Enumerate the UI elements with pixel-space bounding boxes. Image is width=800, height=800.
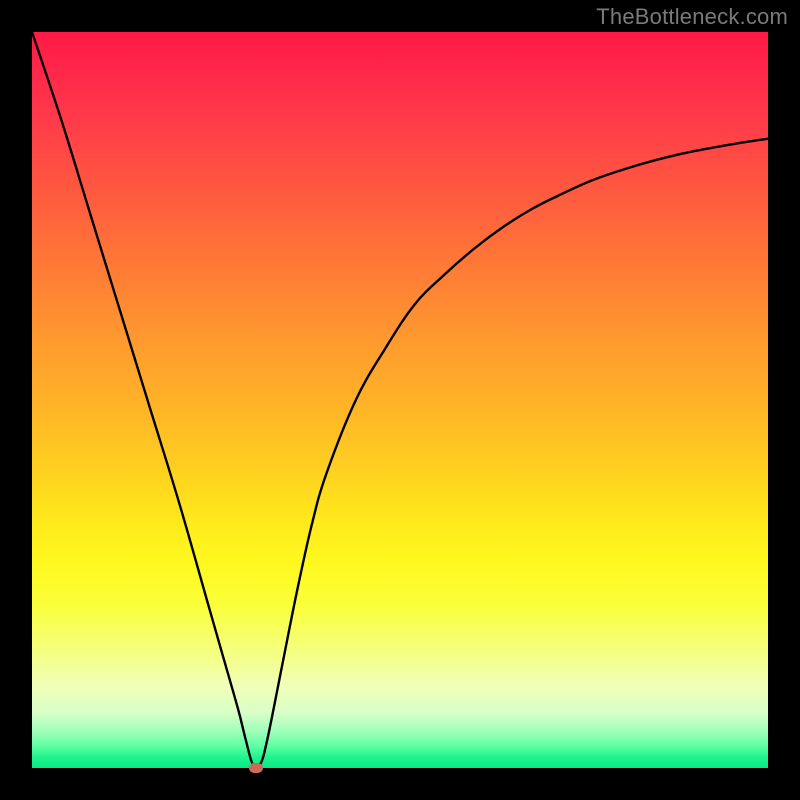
optimal-point-marker	[249, 763, 263, 773]
plot-area	[32, 32, 768, 768]
watermark-text: TheBottleneck.com	[596, 4, 788, 30]
chart-frame: TheBottleneck.com	[0, 0, 800, 800]
bottleneck-curve	[32, 32, 768, 768]
